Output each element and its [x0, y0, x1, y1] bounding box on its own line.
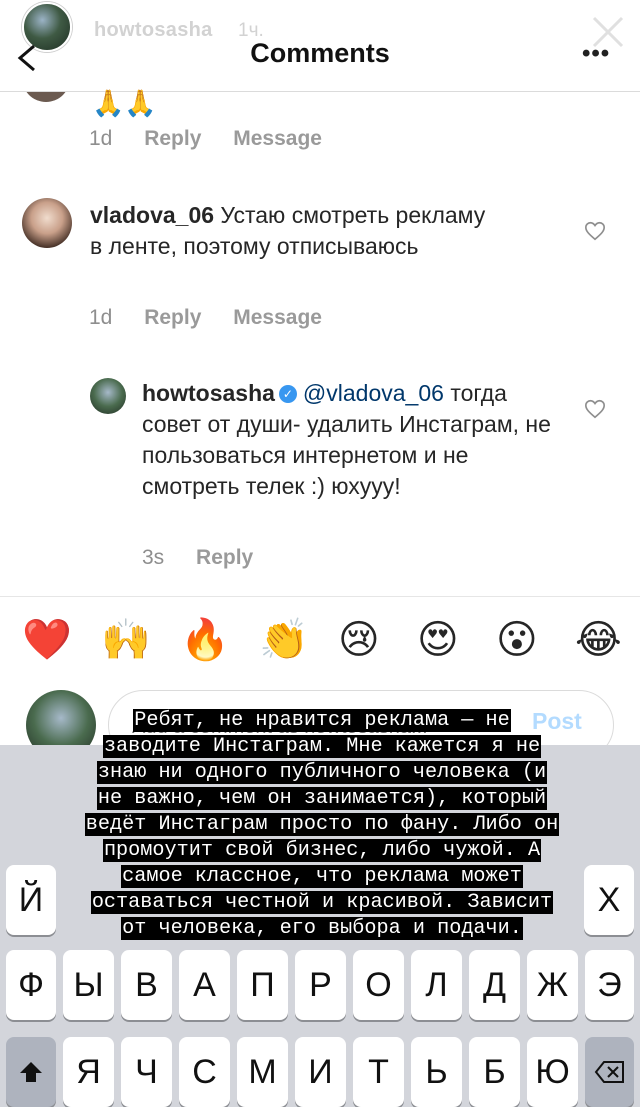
key[interactable]: В [121, 950, 172, 1020]
comment-username[interactable]: vladova_06 [90, 202, 214, 228]
comment-time: 1d [89, 127, 113, 150]
key[interactable]: Ф [6, 950, 56, 1020]
emoji-joy[interactable]: 😂 [575, 612, 622, 668]
avatar[interactable] [90, 378, 126, 414]
page-title: Comments [250, 38, 390, 68]
overlay-line: заводите Инстаграм. Мне кажется я не [102, 735, 542, 758]
emoji-cry[interactable]: 😢 [338, 612, 380, 668]
key[interactable]: А [179, 950, 230, 1020]
key[interactable]: Ж [527, 950, 578, 1020]
reply-comment-body: howtosasha ✓ @vladova_06 тогда совет от ду… [142, 378, 562, 502]
emoji-clap[interactable]: 👏 [259, 612, 309, 668]
like-heart-icon[interactable] [584, 398, 606, 420]
key[interactable]: Й [6, 865, 56, 935]
more-options-icon[interactable]: ••• [582, 40, 610, 68]
emoji-raised-hands[interactable]: 🙌 [101, 612, 151, 668]
emoji-fire[interactable]: 🔥 [180, 612, 230, 668]
overlay-line: ведёт Инстаграм просто по фану. Либо он [84, 813, 560, 836]
key[interactable]: Ю [527, 1037, 578, 1107]
like-heart-icon[interactable] [584, 220, 606, 242]
key[interactable]: Ч [121, 1037, 172, 1107]
key[interactable]: Л [411, 950, 462, 1020]
story-text-overlay: Ребят, не нравится реклама — не заводите… [50, 708, 594, 942]
story-header: howtosasha 1ч. Comments ••• [0, 0, 640, 92]
overlay-line: промоутит свой бизнес, либо чужой. А [102, 839, 542, 862]
reply-button[interactable]: Reply [196, 546, 253, 569]
key[interactable]: С [179, 1037, 230, 1107]
emoji-surprised[interactable]: 😮 [496, 612, 538, 668]
comment-body: vladova_06 Устаю смотреть рекламу в лент… [90, 200, 490, 262]
comment-time: 3s [142, 546, 165, 569]
avatar[interactable] [22, 198, 72, 248]
comment-username[interactable]: howtosasha [142, 380, 275, 406]
key[interactable]: М [237, 1037, 288, 1107]
comment-time: 1d [89, 306, 113, 329]
emoji-quick-bar: ❤️ 🙌 🔥 👏 😢 😍 😮 😂 [0, 612, 640, 668]
emoji-heart-eyes[interactable]: 😍 [417, 612, 459, 668]
reply-button[interactable]: Reply [144, 306, 201, 329]
overlay-line: знаю ни одного публичного человека (и [96, 761, 548, 784]
verified-badge-icon: ✓ [278, 384, 297, 403]
reply-comment-meta: 3s Reply [142, 546, 279, 570]
overlay-line: не важно, чем он занимается), который [96, 787, 548, 810]
key[interactable]: Э [585, 950, 634, 1020]
overlay-line: оставаться честной и красивой. Зависит [90, 891, 554, 914]
overlay-line: самое классное, что реклама может [121, 865, 523, 888]
message-button[interactable]: Message [233, 306, 322, 329]
previous-comment-text: 🙏🙏 [92, 88, 157, 118]
overlay-line: Ребят, не нравится реклама — не [133, 709, 511, 732]
key[interactable]: Р [295, 950, 346, 1020]
emoji-heart[interactable]: ❤️ [22, 612, 72, 668]
key[interactable]: Я [63, 1037, 114, 1107]
previous-comment-meta: 1d Reply Message [89, 127, 348, 151]
shift-icon [20, 1062, 42, 1082]
key[interactable]: И [295, 1037, 346, 1107]
key[interactable]: Т [353, 1037, 404, 1107]
backspace-icon [594, 1061, 624, 1083]
mention-link[interactable]: @vladova_06 [303, 380, 444, 406]
reply-button[interactable]: Reply [144, 127, 201, 150]
backspace-key[interactable] [585, 1037, 634, 1107]
comment-meta: 1d Reply Message [89, 306, 348, 330]
overlay-line: от человека, его выбора и подачи. [121, 917, 523, 940]
key[interactable]: Б [469, 1037, 520, 1107]
key[interactable]: Ь [411, 1037, 462, 1107]
key[interactable]: Д [469, 950, 520, 1020]
shift-key[interactable] [6, 1037, 56, 1107]
divider [0, 596, 640, 597]
key[interactable]: П [237, 950, 288, 1020]
message-button[interactable]: Message [233, 127, 322, 150]
key[interactable]: Ы [63, 950, 114, 1020]
key[interactable]: О [353, 950, 404, 1020]
